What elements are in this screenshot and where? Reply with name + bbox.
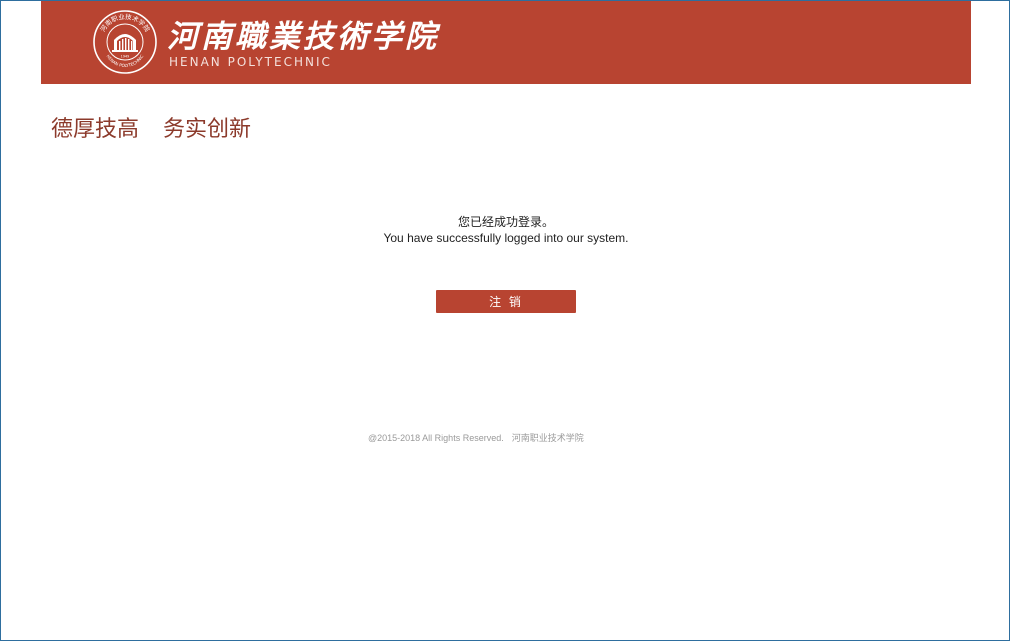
college-seal-logo: 河南职业技术学院 HENAN POLYTECHNIC 1949: [93, 10, 157, 74]
seal-text-top: 河南职业技术学院: [99, 12, 152, 34]
site-header: 河南职业技术学院 HENAN POLYTECHNIC 1949 河南職業技術学院…: [41, 1, 971, 84]
seal-year: 1949: [121, 55, 130, 59]
college-name-cn: 河南職業技術学院: [167, 19, 439, 55]
logout-button[interactable]: 注 销: [436, 290, 576, 313]
browser-frame: 河南职业技术学院 HENAN POLYTECHNIC 1949 河南職業技術学院…: [0, 0, 1010, 641]
slogan-part-1: 德厚技高: [51, 117, 140, 142]
slogan: 德厚技高 务实创新: [51, 111, 251, 143]
college-name-en: HENAN POLYTECHNIC: [169, 55, 332, 69]
slogan-part-2: 务实创新: [163, 117, 252, 142]
footer: @2015-2018 All Rights Reserved. 河南职业技术学院: [368, 431, 584, 444]
svg-text:河南职业技术学院: 河南职业技术学院: [99, 12, 152, 34]
footer-copyright: @2015-2018 All Rights Reserved.: [368, 433, 504, 443]
success-message-cn: 您已经成功登录。: [457, 215, 554, 229]
footer-org-name: 河南职业技术学院: [511, 433, 584, 443]
success-message-en: You have successfully logged into our sy…: [383, 231, 629, 245]
